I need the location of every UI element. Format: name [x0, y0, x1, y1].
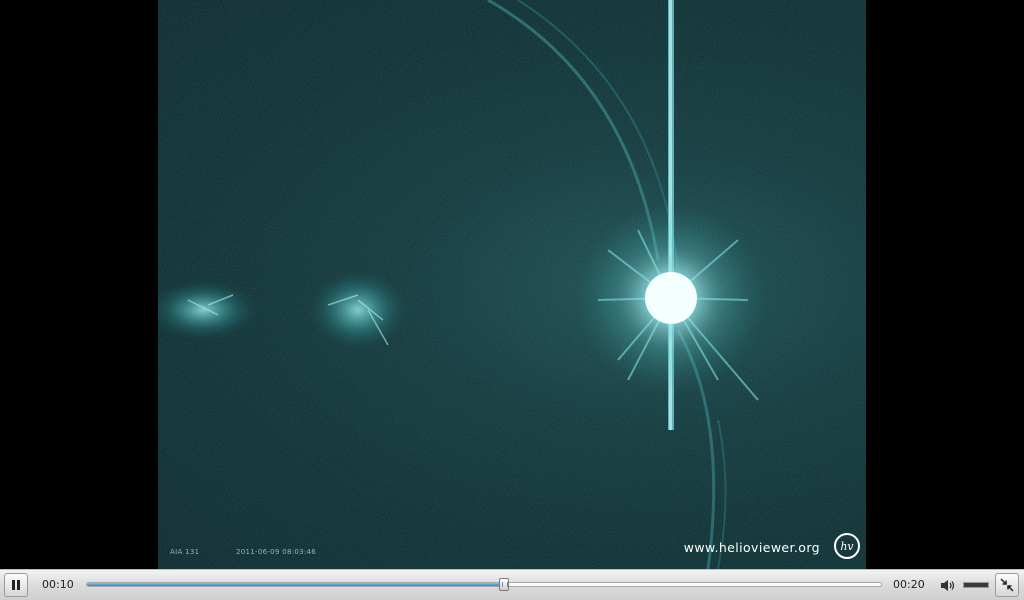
control-bar: 00:10 00:20: [0, 569, 1024, 600]
exit-fullscreen-button[interactable]: [995, 573, 1019, 597]
seek-handle[interactable]: [498, 578, 509, 591]
video-area[interactable]: AIA 131 2011-06-09 08:03:46 www.heliovie…: [0, 0, 1024, 569]
volume-slider[interactable]: [963, 582, 989, 588]
instrument-label: AIA 131: [170, 548, 200, 556]
current-time: 00:10: [42, 578, 74, 591]
total-time: 00:20: [893, 578, 925, 591]
volume-fill: [964, 583, 988, 587]
pause-icon: [12, 580, 20, 590]
helioviewer-logo: hv: [834, 533, 860, 559]
speaker-icon[interactable]: [940, 579, 956, 592]
seek-bar[interactable]: [86, 578, 882, 591]
exit-fullscreen-icon: [1000, 578, 1014, 592]
seek-progress-fill: [87, 583, 504, 586]
watermark-text: www.helioviewer.org: [683, 540, 820, 555]
pause-button[interactable]: [4, 573, 28, 597]
video-player: AIA 131 2011-06-09 08:03:46 www.heliovie…: [0, 0, 1024, 600]
sun-image: [158, 0, 866, 569]
timestamp-label: 2011-06-09 08:03:46: [236, 548, 317, 556]
solar-flare-frame: AIA 131 2011-06-09 08:03:46 www.heliovie…: [158, 0, 866, 569]
